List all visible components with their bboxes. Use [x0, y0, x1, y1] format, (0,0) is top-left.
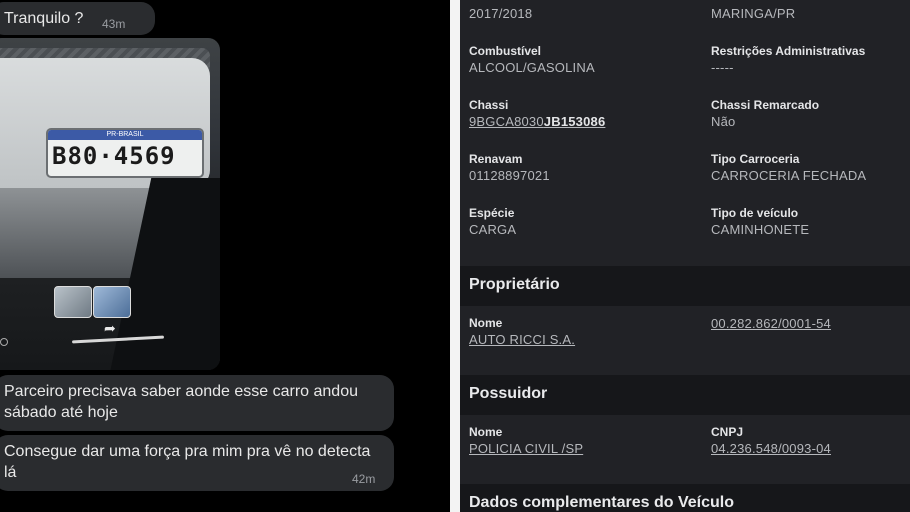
field-especie: Espécie CARGA: [469, 205, 516, 239]
divider: [450, 0, 460, 512]
license-plate: PR-BRASIL B80·4569: [46, 128, 204, 178]
field-label: Renavam: [469, 152, 523, 166]
field-value: Não: [711, 114, 736, 129]
chat-screen: Tranquilo ? 43m PR-BRASIL B80·4569 ➦ Par…: [0, 0, 450, 512]
field-value: 01128897021: [469, 168, 550, 183]
message-bubble[interactable]: Consegue dar uma força pra mim pra vê no…: [0, 435, 394, 491]
chassi-suffix: JB153086: [543, 114, 606, 129]
car-photo[interactable]: PR-BRASIL B80·4569 ➦: [0, 38, 220, 370]
field-cidade: MARINGA/PR: [711, 5, 795, 23]
field-value: ALCOOL/GASOLINA: [469, 60, 595, 75]
share-arrow-icon[interactable]: ➦: [104, 320, 116, 337]
chassi-link[interactable]: 9BGCA8030JB153086: [469, 113, 605, 131]
image-message[interactable]: PR-BRASIL B80·4569 ➦: [0, 38, 220, 370]
message-text: Tranquilo ?: [4, 10, 84, 27]
field-value: MARINGA/PR: [711, 6, 796, 21]
message-time: 43m: [102, 17, 126, 31]
section-title: Possuidor: [469, 385, 548, 402]
section-dados-complementares: Dados complementares do Veículo: [460, 484, 910, 512]
field-proprietario-doc: 00.282.862/0001-54: [711, 315, 831, 333]
thumbnail-image[interactable]: [93, 286, 131, 318]
field-value: CAMINHONETE: [711, 222, 810, 237]
field-tipo-veiculo: Tipo de veículo CAMINHONETE: [711, 205, 809, 239]
section-proprietario: Proprietário: [460, 266, 910, 306]
field-label: Nome: [469, 316, 503, 330]
field-label: Nome: [469, 425, 503, 439]
field-value: 2017/2018: [469, 6, 533, 21]
message-bubble[interactable]: Parceiro precisava saber aonde esse carr…: [0, 375, 394, 431]
proprietario-name-link[interactable]: AUTO RICCI S.A.: [469, 331, 575, 349]
field-proprietario-nome: Nome AUTO RICCI S.A.: [469, 315, 575, 349]
field-label: Chassi: [469, 98, 509, 112]
field-tipo-carroceria: Tipo Carroceria CARROCERIA FECHADA: [711, 151, 866, 185]
field-ano: 2017/2018: [469, 5, 532, 23]
field-value: -----: [711, 60, 734, 75]
back-icon[interactable]: [0, 338, 8, 346]
field-label: Restrições Administrativas: [711, 44, 866, 58]
field-label: Combustível: [469, 44, 542, 58]
field-chassi-remarcado: Chassi Remarcado Não: [711, 97, 819, 131]
chassi-prefix: 9BGCA8030: [469, 114, 544, 129]
field-value: CARGA: [469, 222, 517, 237]
proprietario-doc-link[interactable]: 00.282.862/0001-54: [711, 315, 831, 333]
message-bubble[interactable]: Tranquilo ? 43m: [0, 2, 155, 35]
field-renavam: Renavam 01128897021: [469, 151, 550, 185]
possuidor-name-link[interactable]: POLICIA CIVIL /SP: [469, 440, 583, 458]
field-chassi: Chassi 9BGCA8030JB153086: [469, 97, 605, 131]
field-restricoes: Restrições Administrativas -----: [711, 43, 865, 77]
section-title: Proprietário: [469, 276, 560, 293]
message-text: Parceiro precisava saber aonde esse carr…: [4, 383, 358, 421]
thumbnail-image[interactable]: [54, 286, 92, 318]
field-combustivel: Combustível ALCOOL/GASOLINA: [469, 43, 595, 77]
field-label: Chassi Remarcado: [711, 98, 820, 112]
field-label: Tipo de veículo: [711, 206, 799, 220]
field-label: CNPJ: [711, 425, 744, 439]
section-title: Dados complementares do Veículo: [469, 494, 734, 511]
field-possuidor-cnpj: CNPJ 04.236.548/0093-04: [711, 424, 831, 458]
message-text: Consegue dar uma força pra mim pra vê no…: [4, 443, 371, 481]
plate-header: PR-BRASIL: [48, 130, 202, 140]
vehicle-info-panel: 2017/2018 MARINGA/PR Combustível ALCOOL/…: [460, 0, 910, 512]
field-value: CARROCERIA FECHADA: [711, 168, 867, 183]
message-time: 42m: [352, 472, 376, 486]
field-possuidor-nome: Nome POLICIA CIVIL /SP: [469, 424, 583, 458]
field-label: Espécie: [469, 206, 515, 220]
section-possuidor: Possuidor: [460, 375, 910, 415]
plate-number: B80·4569: [52, 142, 176, 170]
possuidor-cnpj-link[interactable]: 04.236.548/0093-04: [711, 440, 831, 458]
field-label: Tipo Carroceria: [711, 152, 800, 166]
